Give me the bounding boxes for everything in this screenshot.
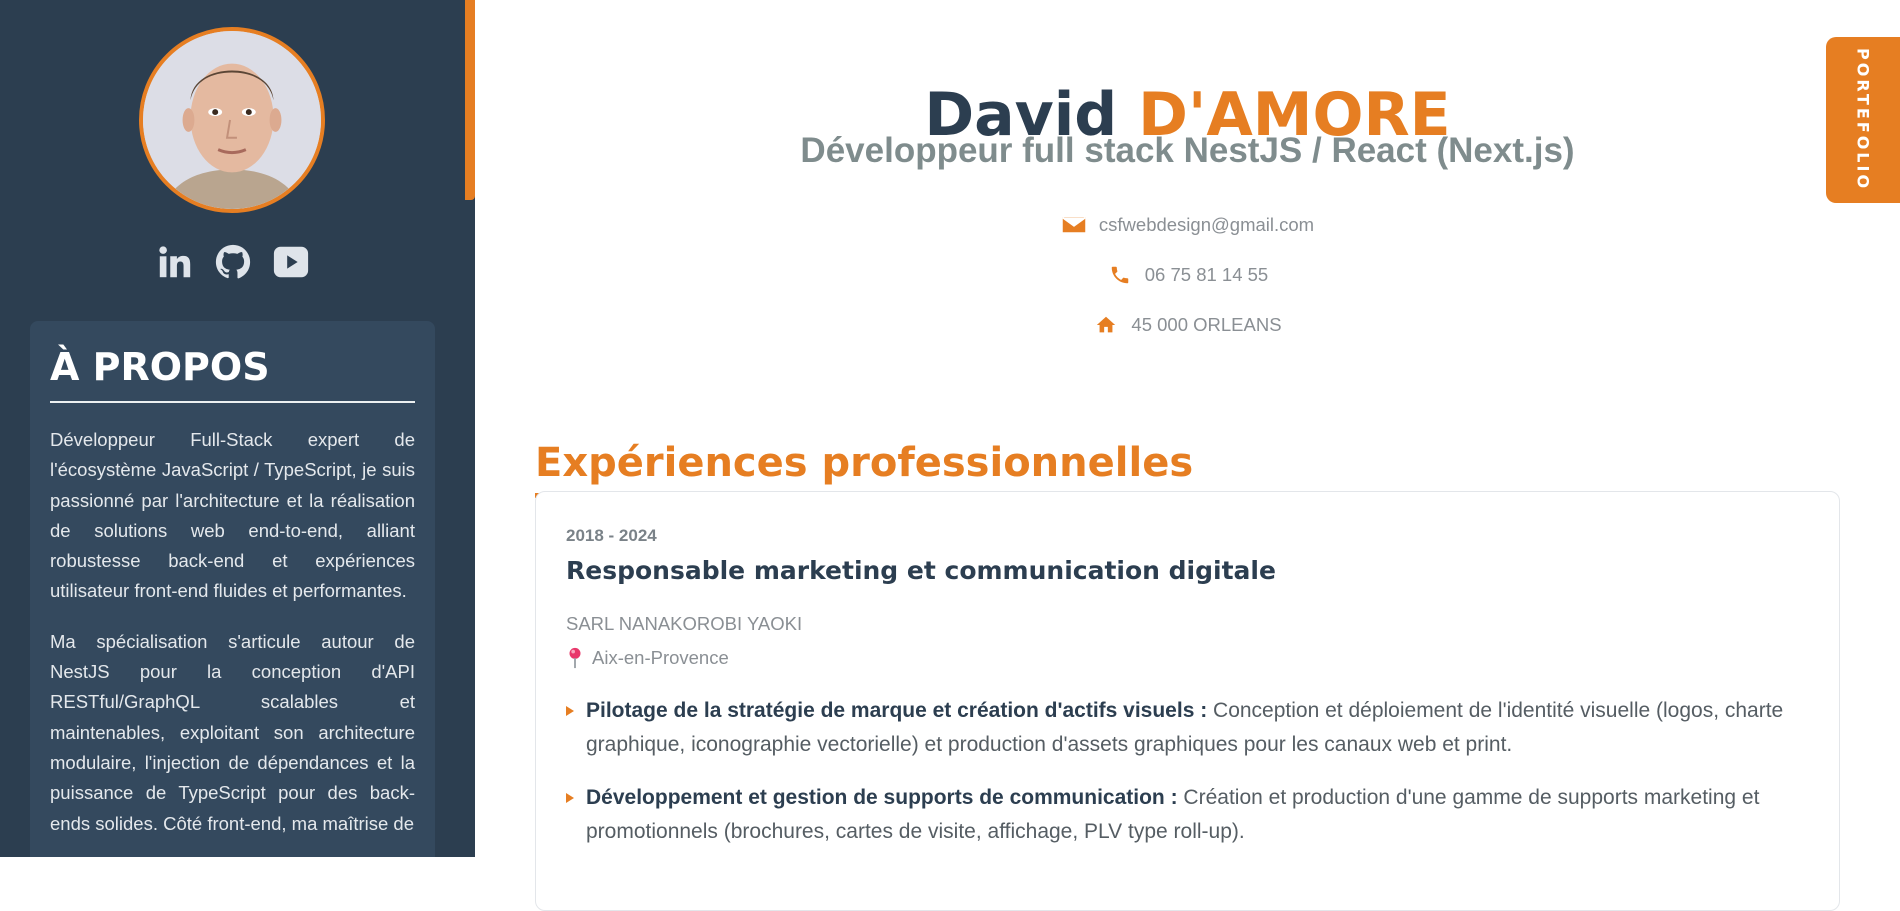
- phone-text[interactable]: 06 75 81 14 55: [1145, 264, 1268, 286]
- profile-photo: [143, 31, 321, 209]
- contact-phone[interactable]: 06 75 81 14 55: [475, 264, 1900, 286]
- main-content: David D'AMORE Développeur full stack Nes…: [475, 0, 1900, 911]
- experience-card: 2018 - 2024 Responsable marketing et com…: [535, 491, 1840, 911]
- bullet-title: Pilotage de la stratégie de marque et cr…: [586, 699, 1208, 722]
- experience-role: Responsable marketing et communication d…: [566, 556, 1276, 585]
- scrollbar-thumb[interactable]: [465, 0, 475, 200]
- social-links: [0, 243, 465, 281]
- about-paragraph: Ma spécialisation s'articule autour de N…: [50, 630, 415, 834]
- about-card: À PROPOS Développeur Full-Stack expert d…: [30, 321, 435, 857]
- github-link[interactable]: [214, 243, 252, 281]
- contact-email[interactable]: csfwebdesign@gmail.com: [475, 214, 1900, 236]
- address-text: 45 000 ORLEANS: [1131, 314, 1282, 335]
- mail-icon: [1061, 216, 1087, 234]
- experience-company: SARL NANAKOROBI YAOKI: [566, 613, 803, 634]
- linkedin-link[interactable]: [156, 243, 194, 281]
- github-icon: [215, 244, 250, 279]
- phone-icon: [1111, 266, 1129, 284]
- portfolio-tab-label[interactable]: PORTEFOLIO: [1854, 48, 1873, 191]
- job-title: Développeur full stack NestJS / React (N…: [800, 131, 1575, 170]
- location-text: Aix-en-Provence: [592, 647, 729, 668]
- sidebar: À PROPOS Développeur Full-Stack expert d…: [0, 0, 465, 857]
- bullet-title: Développement et gestion de supports de …: [586, 786, 1178, 809]
- sidebar-scrollbar[interactable]: [465, 0, 475, 857]
- bullet-arrow-icon: [566, 706, 574, 716]
- bullet-arrow-icon: [566, 793, 574, 803]
- avatar: [139, 27, 325, 213]
- contact-address: 45 000 ORLEANS: [475, 314, 1900, 336]
- list-item: Pilotage de la stratégie de marque et cr…: [566, 694, 1796, 762]
- pin-icon: [569, 647, 581, 669]
- experience-location: Aix-en-Provence: [566, 647, 729, 669]
- about-paragraph: Développeur Full-Stack expert de l'écosy…: [50, 429, 415, 602]
- experience-dates: 2018 - 2024: [566, 526, 657, 545]
- email-text[interactable]: csfwebdesign@gmail.com: [1099, 214, 1314, 236]
- list-item: Développement et gestion de supports de …: [566, 781, 1796, 849]
- home-icon: [1097, 316, 1116, 333]
- youtube-link[interactable]: [272, 243, 310, 281]
- experience-section-title: Expériences professionnelles: [535, 435, 1194, 499]
- about-title: À PROPOS: [50, 343, 415, 403]
- linkedin-icon: [158, 246, 190, 278]
- experience-bullets: Pilotage de la stratégie de marque et cr…: [566, 694, 1796, 868]
- youtube-icon: [273, 246, 308, 278]
- portfolio-tab[interactable]: PORTEFOLIO: [1826, 37, 1900, 203]
